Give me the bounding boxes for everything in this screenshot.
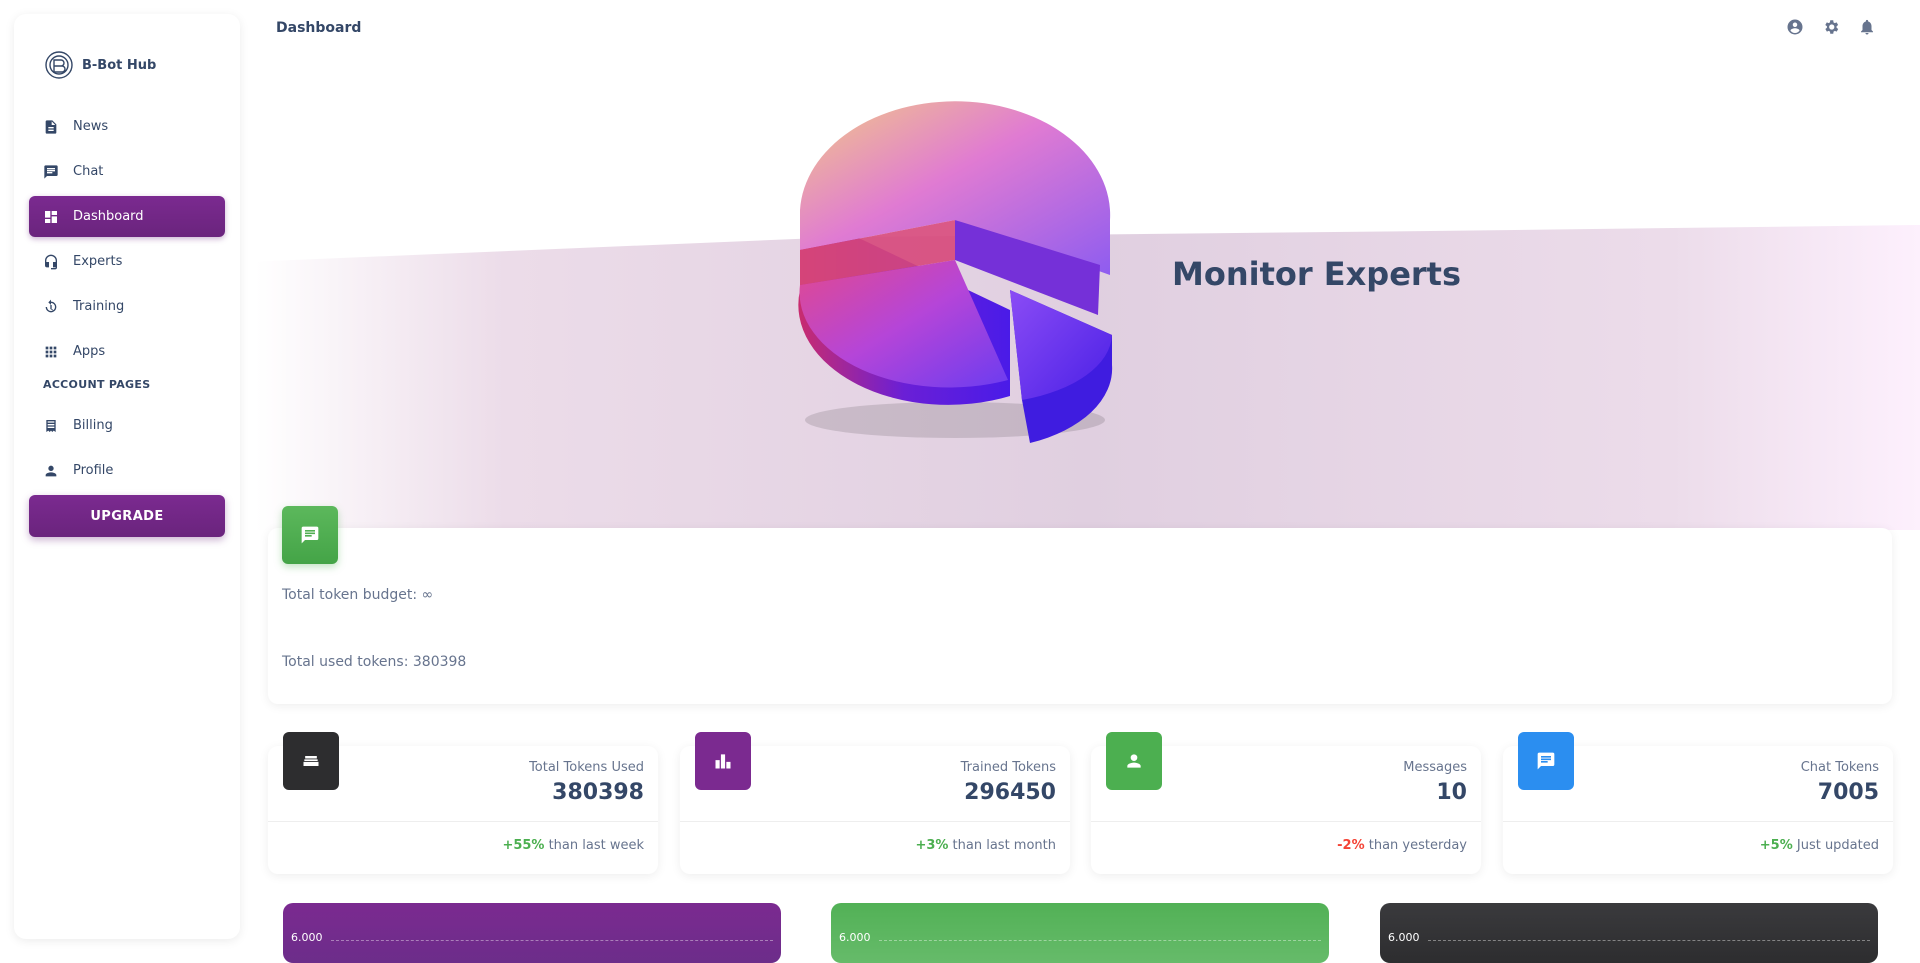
hero-title: Monitor Experts (1172, 255, 1462, 293)
chart-tick-label: 6.000 (1388, 931, 1420, 944)
stat-value: 7005 (1817, 780, 1879, 805)
stat-label: Chat Tokens (1800, 760, 1879, 775)
stat-footer: +3% than last month (915, 838, 1056, 853)
stat-icon-box (1106, 732, 1162, 790)
news-icon (45, 119, 57, 134)
stat-value: 296450 (964, 780, 1056, 805)
divider (268, 821, 658, 822)
billing-icon (46, 419, 56, 432)
stat-label: Messages (1403, 760, 1467, 775)
stat-value: 380398 (552, 780, 644, 805)
stat-icon-box (695, 732, 751, 790)
stat-card-trained-tokens: Trained Tokens 296450 +3% than last mont… (680, 732, 1070, 874)
stat-label: Total Tokens Used (529, 760, 644, 775)
sofa-icon (303, 756, 319, 766)
brand-name: B-Bot Hub (82, 57, 157, 73)
stat-footer: +5% Just updated (1760, 838, 1879, 853)
sidebar-item-dashboard[interactable]: Dashboard (29, 196, 225, 237)
stat-footer: +55% than last week (502, 838, 644, 853)
section-title-account-pages: ACCOUNT PAGES (43, 378, 151, 391)
sidebar-item-chat[interactable]: Chat (29, 151, 225, 192)
upgrade-button[interactable]: UPGRADE (29, 495, 225, 537)
brand[interactable]: B-Bot Hub (44, 50, 156, 80)
divider (680, 821, 1070, 822)
training-icon (45, 299, 57, 312)
stat-change: -2% (1337, 838, 1365, 853)
sidebar-item-news[interactable]: News (29, 106, 225, 147)
stat-icon-box (1518, 732, 1574, 790)
experts-icon (45, 254, 57, 269)
brand-logo-icon (45, 51, 73, 79)
stat-label: Trained Tokens (960, 760, 1056, 775)
notifications-icon[interactable] (1858, 18, 1876, 36)
sidebar-item-label: News (73, 119, 109, 134)
total-used-tokens: Total used tokens: 380398 (282, 654, 467, 670)
stat-change-text: Just updated (1792, 838, 1879, 853)
sidebar-item-label: Billing (73, 418, 113, 433)
chart-tick-label: 6.000 (839, 931, 871, 944)
stat-change-text: than last month (948, 838, 1056, 853)
stat-value: 10 (1436, 780, 1467, 805)
settings-icon[interactable] (1822, 18, 1840, 36)
chat-icon (301, 526, 319, 544)
profile-icon (45, 465, 57, 476)
sidebar-item-profile[interactable]: Profile (29, 450, 225, 491)
chat-icon (44, 164, 58, 179)
stat-change: +55% (502, 838, 545, 853)
apps-icon (45, 346, 57, 357)
sidebar-item-label: Training (73, 299, 125, 314)
chart-card-dark: 6.000 (1380, 903, 1878, 963)
stat-footer: -2% than yesterday (1337, 838, 1467, 853)
chat-icon (1537, 752, 1555, 770)
sidebar-item-label: Profile (73, 463, 114, 478)
stat-card-messages: Messages 10 -2% than yesterday (1091, 732, 1481, 874)
stat-card-total-tokens: Total Tokens Used 380398 +55% than last … (268, 732, 658, 874)
account-icon[interactable] (1786, 18, 1804, 36)
stat-card-chat-tokens: Chat Tokens 7005 +5% Just updated (1503, 732, 1893, 874)
stat-icon-box (283, 732, 339, 790)
sidebar-item-apps[interactable]: Apps (29, 331, 225, 372)
chart-gridline (331, 940, 773, 941)
person-icon (1127, 754, 1141, 768)
leaderboard-icon (715, 754, 731, 769)
stat-change: +3% (915, 838, 949, 853)
sidebar-item-training[interactable]: Training (29, 286, 225, 327)
stat-change-text: than yesterday (1364, 838, 1467, 853)
total-token-budget: Total token budget: ∞ (282, 587, 434, 603)
sidebar-item-label: Experts (73, 254, 123, 269)
sidebar-item-experts[interactable]: Experts (29, 241, 225, 282)
sidebar-item-label: Chat (73, 164, 104, 179)
sidebar-item-label: Dashboard (73, 209, 144, 224)
sidebar-nav: News Chat Dashboard Experts Training App… (29, 106, 225, 495)
chart-gridline (879, 940, 1321, 941)
chart-card-green: 6.000 (831, 903, 1329, 963)
top-icons (1786, 18, 1876, 36)
stat-change-text: than last week (544, 838, 644, 853)
sidebar-item-billing[interactable]: Billing (29, 405, 225, 446)
divider (1503, 821, 1893, 822)
page-title: Dashboard (276, 20, 362, 36)
chart-tick-label: 6.000 (291, 931, 323, 944)
hero-pie-illustration (798, 101, 1113, 443)
stat-change: +5% (1759, 838, 1793, 853)
budget-card-icon (282, 506, 338, 564)
token-budget-card (268, 528, 1892, 704)
sidebar-item-label: Apps (73, 344, 106, 359)
sidebar: B-Bot Hub News Chat Dashboard Experts Tr… (14, 14, 240, 939)
dashboard-icon (45, 210, 57, 223)
chart-gridline (1428, 940, 1870, 941)
chart-card-purple: 6.000 (283, 903, 781, 963)
divider (1091, 821, 1481, 822)
